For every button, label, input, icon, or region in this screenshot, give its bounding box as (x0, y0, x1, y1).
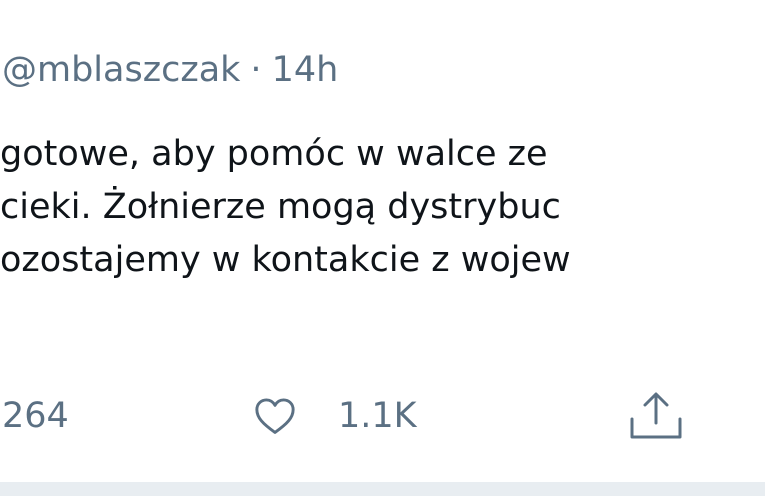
tweet[interactable]: @mblaszczak · 14h gotowe, aby pomóc w walc… (0, 0, 765, 496)
tweet-text-line: cieki. Żołnierze mogą dystrybuc (0, 187, 561, 227)
like-button[interactable]: 1.1K (254, 388, 417, 444)
tweet-text: gotowe, aby pomóc w walce ze cieki. Żołn… (0, 128, 571, 287)
share-button[interactable] (626, 388, 686, 444)
tweet-header: @mblaszczak · 14h (2, 46, 338, 94)
user-handle[interactable]: @mblaszczak (2, 50, 240, 90)
heart-icon (254, 397, 296, 435)
tweet-actions: 264 1.1K (0, 388, 765, 444)
share-icon (626, 391, 686, 441)
tweet-text-line: ozostajemy w kontakcie z wojew (0, 240, 571, 280)
reply-count[interactable]: 264 (2, 388, 69, 444)
like-count: 1.1K (338, 396, 417, 436)
tweet-text-line: gotowe, aby pomóc w walce ze (0, 134, 548, 174)
tweet-time[interactable]: 14h (272, 50, 339, 90)
divider (0, 482, 765, 496)
reply-count-label: 264 (2, 396, 69, 436)
header-separator: · (250, 50, 262, 90)
